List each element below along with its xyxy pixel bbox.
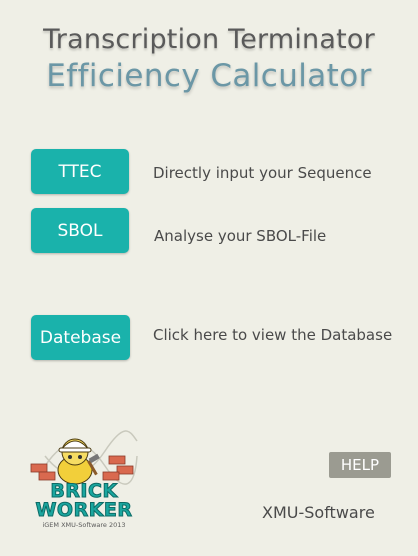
database-button[interactable]: Datebase [31,315,130,360]
sbol-description: Analyse your SBOL-File [154,227,327,245]
brick-worker-logo: BRICK WORKER iGEM XMU-Software 2013 [25,426,143,532]
ttec-description: Directly input your Sequence [153,164,372,182]
sbol-button[interactable]: SBOL [31,208,129,253]
logo-word-worker: WORKER [35,499,133,522]
database-description: Click here to view the Database [153,326,393,344]
help-button[interactable]: HELP [329,452,391,478]
brick-worker-mascot-icon [30,430,138,485]
page-title-line-2: Efficiency Calculator [46,58,372,94]
ttec-button[interactable]: TTEC [31,149,129,194]
logo-subtitle: iGEM XMU-Software 2013 [42,521,126,529]
page-title-line-1: Transcription Terminator [43,24,375,55]
footer-credit: XMU-Software [262,503,375,522]
